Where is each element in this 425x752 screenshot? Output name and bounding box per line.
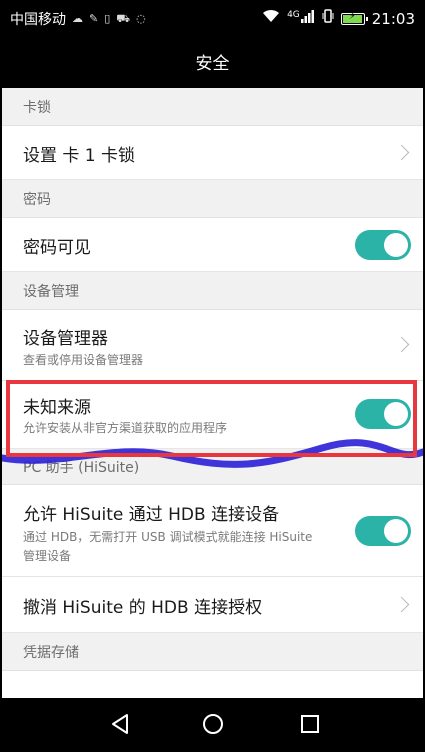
settings-list[interactable]: 卡锁 设置 卡 1 卡锁 密码 密码可见 设备管理 设备管理器 查看或停用设备管… [2, 88, 423, 698]
signal-icon [300, 9, 315, 28]
back-triangle-icon[interactable] [90, 698, 150, 750]
home-circle-icon[interactable] [183, 698, 243, 750]
carrier-label: 中国移动 [10, 12, 66, 28]
device-admin-subtitle: 查看或停用设备管理器 [23, 353, 144, 367]
hisuite-hdb-subtitle-line2: 管理设备 [23, 549, 72, 563]
page-title: 安全 [195, 53, 230, 74]
section-header-card-lock: 卡锁 [2, 88, 423, 126]
section-header-device-management: 设备管理 [2, 272, 423, 310]
section-label: PC 助手 (HiSuite) [23, 459, 140, 476]
revoke-hdb-item[interactable]: 撤消 HiSuite 的 HDB 连接授权 [2, 577, 423, 633]
section-label: 设备管理 [23, 283, 79, 300]
status-bar: 中国移动 ☁ ✎ ▯ ⛟ ◌ 4G ⚡ 21:03 [2, 2, 423, 34]
password-visible-toggle[interactable] [355, 230, 411, 260]
theme-icon: ✎ [89, 12, 99, 25]
sim-icon: ▯ [104, 12, 111, 25]
hisuite-hdb-toggle[interactable] [355, 516, 411, 546]
vibrate-icon [322, 9, 334, 28]
chevron-right-icon [393, 596, 410, 613]
password-visible-item[interactable]: 密码可见 [2, 218, 423, 272]
device-admin-item[interactable]: 设备管理器 查看或停用设备管理器 [2, 310, 423, 381]
set-card-lock-item[interactable]: 设置 卡 1 卡锁 [2, 126, 423, 180]
chevron-right-icon [393, 336, 410, 353]
partial-list-item[interactable] [2, 671, 423, 698]
car-icon: ⛟ [116, 12, 131, 25]
unknown-sources-item[interactable]: 未知来源 允许安装从非官方渠道获取的应用程序 [2, 381, 423, 449]
section-header-pc-assistant: PC 助手 (HiSuite) [2, 449, 423, 485]
unknown-sources-subtitle: 允许安装从非官方渠道获取的应用程序 [23, 421, 228, 435]
cloud-icon: ☁ [72, 12, 83, 25]
hisuite-hdb-subtitle-line1: 通过 HDB，无需打开 USB 调试模式就能连接 HiSuite [23, 530, 313, 544]
hisuite-hdb-item[interactable]: 允许 HiSuite 通过 HDB 连接设备 通过 HDB，无需打开 USB 调… [2, 485, 423, 577]
chat-icon: ◌ [136, 12, 146, 25]
section-header-credential-storage: 凭据存储 [2, 633, 423, 671]
chevron-right-icon [393, 144, 410, 161]
password-visible-label: 密码可见 [23, 238, 91, 258]
revoke-hdb-label: 撤消 HiSuite 的 HDB 连接授权 [23, 598, 263, 618]
unknown-sources-label: 未知来源 [23, 398, 91, 418]
navigation-bar [2, 698, 423, 750]
hisuite-hdb-label: 允许 HiSuite 通过 HDB 连接设备 [23, 505, 280, 525]
toggle-knob [384, 402, 408, 426]
phone-screen: 中国移动 ☁ ✎ ▯ ⛟ ◌ 4G ⚡ 21:03 安全 卡锁 设置 卡 1 卡… [2, 2, 423, 750]
network-type-label: 4G [287, 9, 300, 20]
section-label: 密码 [23, 191, 51, 208]
section-label: 卡锁 [23, 99, 51, 116]
toggle-knob [384, 233, 408, 257]
battery-icon: ⚡ [340, 11, 368, 25]
section-header-password: 密码 [2, 180, 423, 218]
set-card-lock-label: 设置 卡 1 卡锁 [23, 146, 136, 166]
wifi-icon [262, 9, 280, 28]
device-admin-label: 设备管理器 [23, 329, 108, 349]
clock: 21:03 [371, 9, 415, 28]
page-title-bar: 安全 [2, 34, 423, 88]
unknown-sources-toggle[interactable] [355, 399, 411, 429]
toggle-knob [384, 519, 408, 543]
recent-apps-square-icon[interactable] [280, 698, 340, 750]
section-label: 凭据存储 [23, 644, 79, 661]
